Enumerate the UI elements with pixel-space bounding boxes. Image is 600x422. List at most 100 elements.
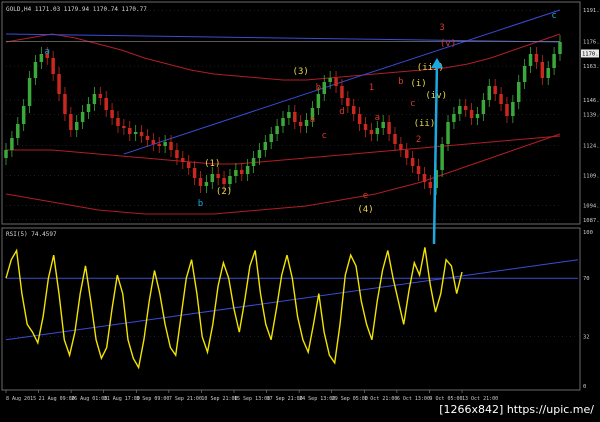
candle-body [110, 110, 114, 118]
wave-label: a [310, 115, 315, 125]
candle-body [528, 54, 533, 66]
x-tick-label: 21 Aug 09:00 [39, 396, 75, 402]
wave-label: (4) [357, 205, 373, 215]
candle-body [69, 114, 73, 130]
candle-body [181, 158, 185, 162]
candle-body [4, 150, 8, 158]
candle-body [399, 144, 403, 150]
x-tick-label: 24 Sep 13:00 [299, 396, 335, 402]
price-tick-label: 1094.25 [583, 204, 600, 210]
candle-body [493, 86, 497, 94]
candle-body [163, 142, 167, 146]
candle-body [186, 162, 191, 168]
x-tick-label: 10 Sep 21:00 [201, 396, 237, 402]
candle-body [145, 136, 150, 140]
candle-body [522, 66, 527, 82]
candle-body [74, 122, 79, 130]
candle-body [198, 178, 203, 186]
wave-label: d [339, 107, 344, 117]
rsi-axis: 100 70 32 0 [583, 230, 593, 390]
candle-body [481, 100, 486, 114]
price-candles [4, 35, 562, 195]
candle-body [269, 134, 273, 142]
wave-label: 3 [439, 23, 444, 33]
price-tick-label: 1124.35 [583, 143, 600, 149]
chart-svg: GOLD,H4 1171.03 1179.94 1170.74 1170.77 … [1, 1, 600, 402]
candle-body [57, 74, 61, 94]
candle-body [452, 114, 456, 122]
candle-body [410, 158, 415, 166]
price-trendline [5, 33, 561, 43]
wave-label: (1) [204, 159, 220, 169]
x-tick-label: 7 Sep 21:00 [169, 396, 202, 402]
candle-body [458, 106, 462, 114]
wave-label: (2) [216, 187, 232, 197]
candle-body [21, 106, 26, 124]
x-tick-label: 13 Oct 21:00 [462, 396, 498, 402]
price-tick-label: 1191.90 [583, 8, 600, 14]
candle-body [128, 128, 132, 134]
x-tick-label: 26 Aug 01:00 [71, 396, 107, 402]
candle-body [393, 134, 397, 144]
candle-body [257, 150, 262, 158]
wave-label: a [375, 113, 380, 123]
candle-body [293, 112, 297, 122]
wave-label: 1 [369, 83, 374, 93]
candle-body [275, 126, 279, 134]
candle-body [92, 94, 97, 104]
candle-body [80, 112, 85, 122]
candle-body [369, 130, 374, 134]
candle-body [540, 62, 545, 78]
candle-body [357, 114, 362, 124]
candle-body [552, 54, 556, 68]
wave-label: (3) [293, 67, 309, 77]
candle-body [139, 132, 144, 136]
candle-body [245, 166, 250, 174]
candle-body [239, 170, 244, 174]
candle-body [505, 104, 509, 116]
candle-body [440, 144, 444, 170]
price-axis: 1191.90 1176.27 1163.95 1146.96 1139.65 1124.… [581, 8, 600, 224]
rsi-tick-label: 32 [583, 335, 590, 341]
candle-body [428, 182, 433, 188]
price-tick-label: 1109.29 [583, 173, 600, 179]
candle-body [375, 128, 380, 134]
candle-body [387, 122, 391, 134]
candle-body [558, 42, 562, 54]
price-tag: 1170.27 [582, 51, 600, 57]
candle-body [281, 118, 285, 126]
envelope-lower [6, 135, 561, 165]
candle-body [175, 150, 179, 158]
x-tick-label: 31 Aug 17:00 [104, 396, 140, 402]
candle-body [346, 98, 350, 106]
candle-body [27, 78, 32, 106]
candle-body [151, 140, 156, 144]
candle-body [546, 68, 550, 78]
candle-body [51, 58, 55, 74]
x-tick-label: 3 Sep 09:00 [136, 396, 169, 402]
main-title: GOLD,H4 1171.03 1179.94 1170.74 1170.77 [6, 6, 147, 13]
candle-body [499, 94, 503, 104]
candle-body [446, 122, 450, 144]
candle-body [263, 142, 268, 150]
candle-body [10, 138, 14, 150]
candle-body [363, 124, 368, 130]
candle-body [340, 86, 344, 98]
candle-body [98, 94, 103, 98]
wave-label: e [363, 191, 368, 201]
candle-body [204, 182, 209, 186]
candle-body [487, 86, 492, 100]
candle-body [63, 94, 67, 114]
wave-label: (v) [440, 39, 456, 49]
wave-label: a [45, 47, 50, 57]
watermark: [1266x842] https://upic.me/ [439, 403, 594, 416]
candle-body [381, 122, 385, 128]
wave-label: c [322, 131, 327, 141]
wave-label: b [398, 77, 403, 87]
candle-body [234, 170, 238, 176]
rsi-tick-label: 100 [583, 230, 593, 236]
trading-chart: GOLD,H4 1171.03 1179.94 1170.74 1170.77 … [0, 0, 600, 418]
candle-body [251, 158, 256, 166]
rsi-trendline [5, 259, 579, 341]
candle-body [328, 78, 332, 82]
